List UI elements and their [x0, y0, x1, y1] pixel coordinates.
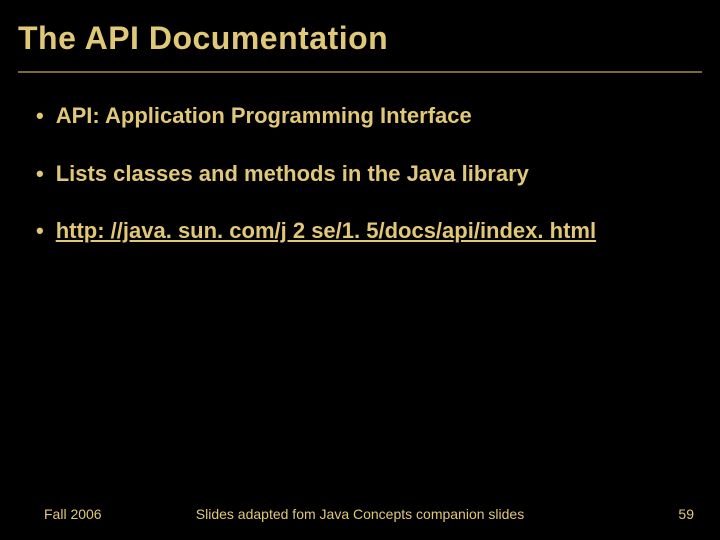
list-item: • API: Application Programming Interface — [36, 101, 702, 131]
bullet-text: API: Application Programming Interface — [56, 101, 702, 131]
bullet-text: Lists classes and methods in the Java li… — [56, 159, 702, 189]
slide-footer: Fall 2006 Slides adapted fom Java Concep… — [0, 506, 720, 522]
bullet-link[interactable]: http: //java. sun. com/j 2 se/1. 5/docs/… — [56, 216, 702, 246]
slide-body: • API: Application Programming Interface… — [0, 73, 720, 246]
bullet-icon: • — [36, 159, 44, 189]
footer-center: Slides adapted fom Java Concepts compani… — [196, 506, 524, 522]
slide-number: 59 — [678, 506, 694, 522]
bullet-icon: • — [36, 101, 44, 131]
footer-left: Fall 2006 — [44, 506, 102, 522]
page-title: The API Documentation — [18, 20, 702, 57]
bullet-icon: • — [36, 216, 44, 246]
list-item: • Lists classes and methods in the Java … — [36, 159, 702, 189]
list-item: • http: //java. sun. com/j 2 se/1. 5/doc… — [36, 216, 702, 246]
